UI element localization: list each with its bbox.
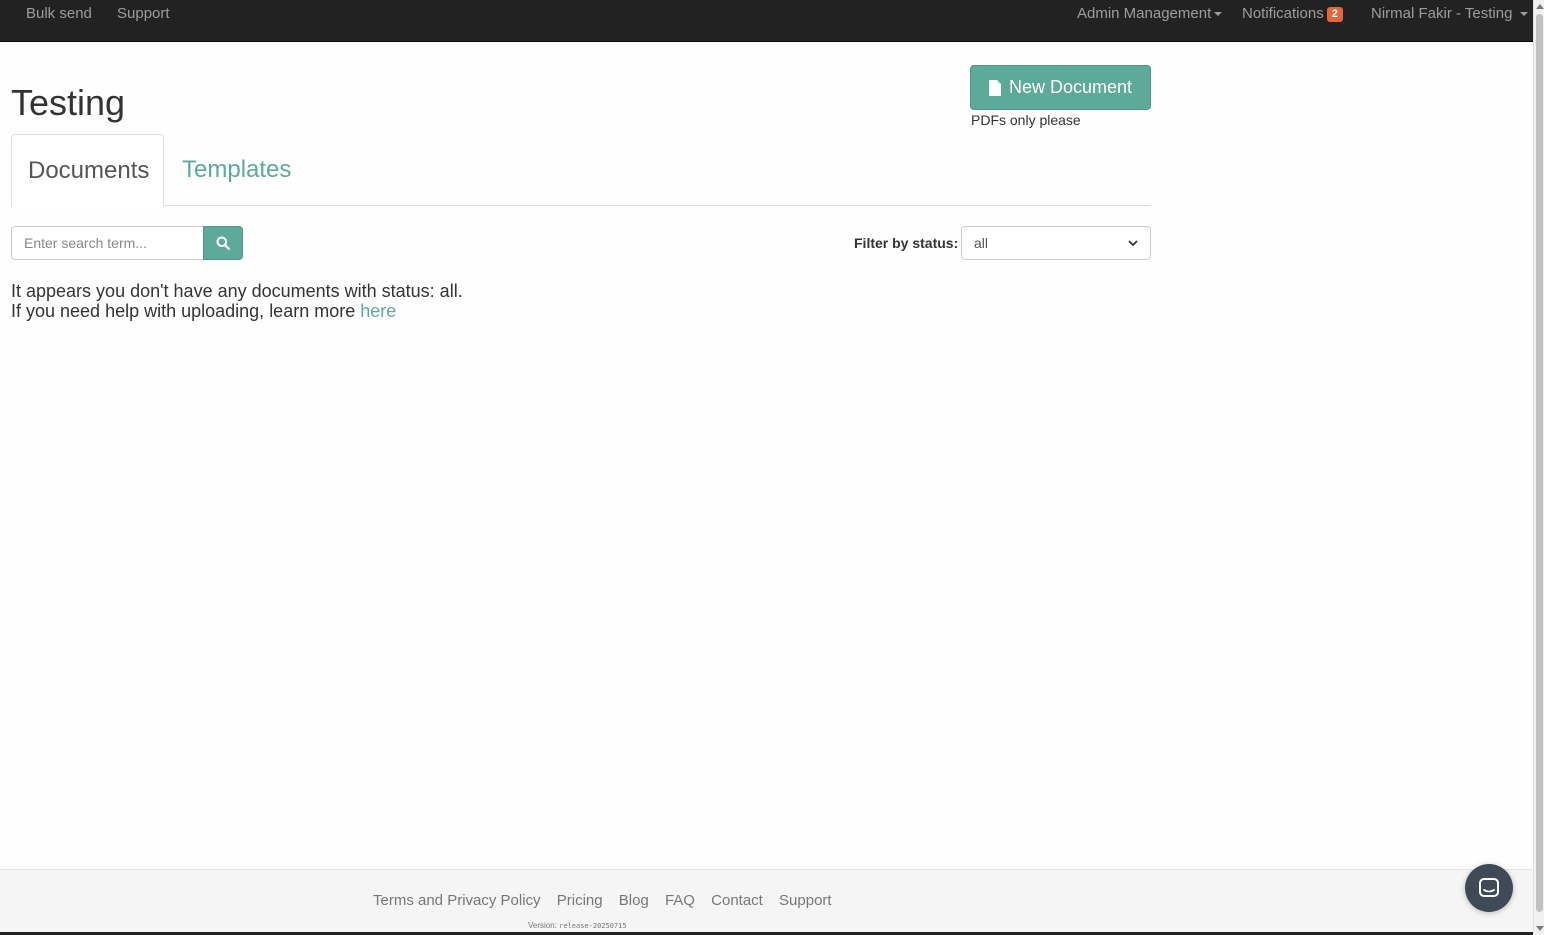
- scrollbar-thumb[interactable]: [1536, 14, 1543, 912]
- new-document-button[interactable]: New Document: [970, 65, 1151, 110]
- search-input[interactable]: [11, 226, 204, 260]
- page-title: Testing: [11, 82, 126, 123]
- footer: Terms and Privacy Policy Pricing Blog FA…: [0, 869, 1533, 935]
- empty-state-help-text: If you need help with uploading, learn m…: [11, 301, 356, 321]
- nav-bulk-send[interactable]: Bulk send: [26, 5, 92, 22]
- tab-templates[interactable]: Templates: [166, 134, 307, 206]
- version-label: Version:: [528, 921, 557, 930]
- notifications-count-badge: 2: [1326, 7, 1343, 22]
- tab-bar: Documents Templates: [11, 134, 1151, 207]
- footer-link-pricing[interactable]: Pricing: [557, 892, 603, 909]
- scroll-down-icon[interactable]: [1536, 926, 1544, 931]
- chat-icon: [1479, 878, 1499, 897]
- admin-management-label: Admin Management: [1077, 5, 1212, 22]
- footer-link-blog[interactable]: Blog: [619, 892, 649, 909]
- search-button[interactable]: [203, 226, 243, 260]
- nav-user-menu[interactable]: Nirmal Fakir - Testing: [1371, 5, 1529, 22]
- footer-link-faq[interactable]: FAQ: [665, 892, 695, 909]
- version-value: release-20250715: [559, 922, 627, 930]
- top-navbar: Bulk send Support Admin Management Notif…: [0, 0, 1533, 42]
- scroll-up-icon[interactable]: [1536, 4, 1544, 9]
- nav-notifications[interactable]: Notifications 2: [1242, 5, 1343, 22]
- status-filter-value: all: [974, 235, 989, 251]
- footer-link-contact[interactable]: Contact: [711, 892, 763, 909]
- empty-state-line: It appears you don't have any documents …: [11, 281, 463, 301]
- caret-down-icon: [1214, 12, 1223, 17]
- filter-status-label: Filter by status:: [854, 235, 959, 251]
- pdf-only-note: PDFs only please: [971, 112, 1081, 128]
- nav-support[interactable]: Support: [117, 5, 170, 22]
- footer-links: Terms and Privacy Policy Pricing Blog FA…: [373, 892, 832, 909]
- file-icon: [988, 79, 1001, 96]
- caret-down-icon: [1520, 12, 1529, 17]
- vertical-scrollbar[interactable]: [1533, 0, 1544, 935]
- version-info: Version: release-20250715: [528, 921, 627, 930]
- chevron-down-icon: [1128, 240, 1138, 247]
- empty-state-help-line: If you need help with uploading, learn m…: [11, 301, 463, 321]
- status-filter-select[interactable]: all: [961, 226, 1151, 260]
- user-name-label: Nirmal Fakir - Testing: [1371, 5, 1513, 22]
- notifications-label: Notifications: [1242, 5, 1324, 22]
- footer-link-support[interactable]: Support: [779, 892, 832, 909]
- new-document-label: New Document: [1008, 77, 1133, 97]
- search-icon: [216, 236, 230, 250]
- empty-state-message: It appears you don't have any documents …: [11, 281, 463, 321]
- chat-launcher-button[interactable]: [1465, 864, 1513, 912]
- help-link[interactable]: here: [360, 301, 396, 321]
- nav-admin-management[interactable]: Admin Management: [1077, 5, 1223, 22]
- tab-documents[interactable]: Documents: [11, 134, 164, 207]
- footer-link-terms[interactable]: Terms and Privacy Policy: [373, 892, 541, 909]
